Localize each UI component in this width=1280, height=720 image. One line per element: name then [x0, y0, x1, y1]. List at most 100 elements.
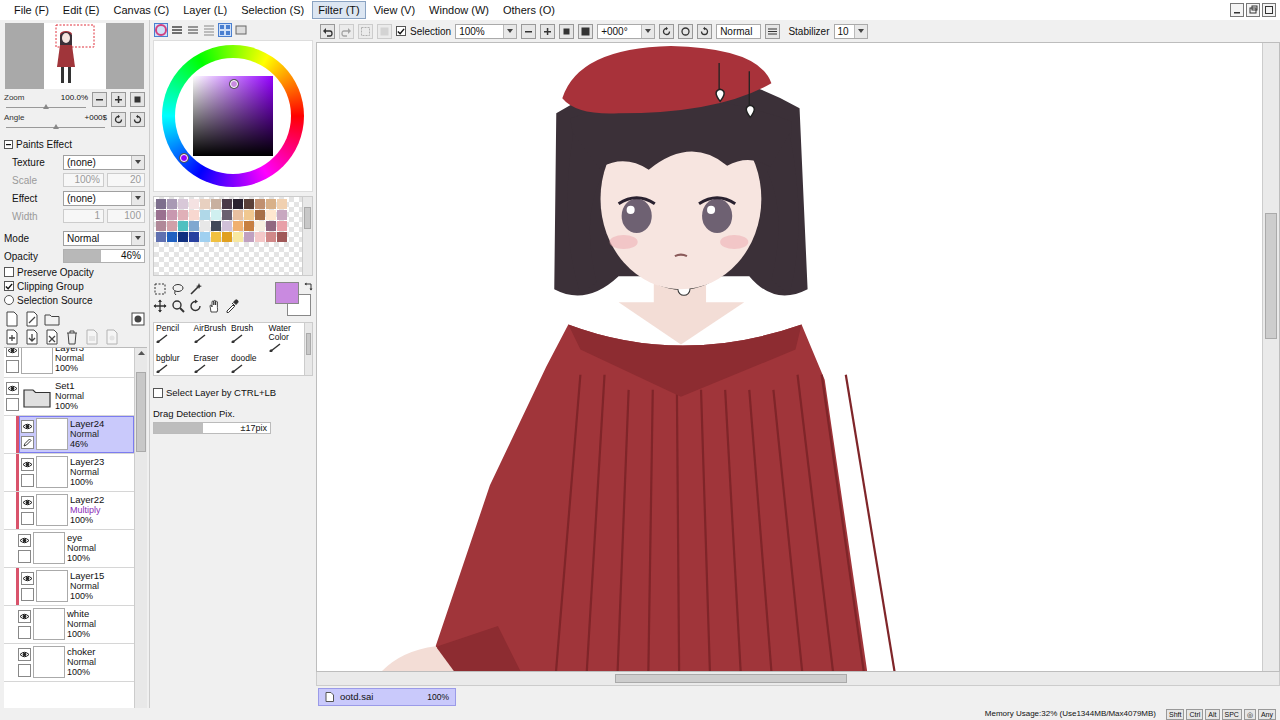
edit-target-toggle[interactable] [6, 360, 19, 373]
layer-body[interactable]: whiteNormal100% [16, 606, 134, 643]
edit-target-toggle[interactable] [21, 588, 34, 601]
selection-toggle[interactable]: Selection [396, 24, 451, 39]
color-swatch[interactable] [156, 210, 166, 220]
checkbox[interactable] [396, 26, 406, 36]
layer-scroll-thumb[interactable] [136, 372, 146, 452]
color-swatch[interactable] [233, 210, 243, 220]
color-marker[interactable] [230, 80, 238, 88]
layer-item[interactable]: Layer15Normal100% [4, 568, 134, 606]
color-swatch[interactable] [211, 199, 221, 209]
color-swatch[interactable] [189, 199, 199, 209]
selection-label[interactable]: Selection [410, 24, 451, 39]
layer-folder[interactable]: Set1Normal100% [4, 378, 134, 416]
deselect-button[interactable] [358, 24, 373, 39]
color-swatch[interactable] [167, 221, 177, 231]
paints-effect-header[interactable]: Paints Effect [0, 131, 149, 153]
visibility-toggle[interactable] [21, 496, 34, 509]
saturation-value-square[interactable] [193, 76, 273, 156]
color-swatch[interactable] [266, 199, 276, 209]
color-swatch[interactable] [211, 210, 221, 220]
rect-select-icon[interactable] [153, 282, 167, 296]
color-swatch[interactable] [277, 221, 287, 231]
layer-item[interactable]: Layer22Multiply100% [4, 492, 134, 530]
color-swatch[interactable] [222, 232, 232, 242]
layer-item[interactable]: whiteNormal100% [4, 606, 134, 644]
color-swatch[interactable] [211, 232, 221, 242]
swatches-icon[interactable] [219, 24, 231, 36]
layer-body[interactable]: Set1Normal100% [4, 378, 134, 415]
color-swatch[interactable] [156, 221, 166, 231]
visibility-toggle[interactable] [18, 610, 31, 623]
color-swatch[interactable] [178, 221, 188, 231]
layer-item[interactable]: chokerNormal100% [4, 644, 134, 682]
edit-target-toggle[interactable] [21, 436, 34, 449]
visibility-toggle[interactable] [6, 348, 19, 357]
layer-scrollbar[interactable] [134, 348, 147, 708]
rgb-sliders-icon[interactable] [171, 24, 183, 36]
select-layer-label[interactable]: Select Layer by CTRL+LB [166, 386, 276, 400]
zoom-slider-thumb[interactable] [43, 104, 49, 109]
tool-button[interactable]: Pencil [154, 323, 192, 353]
copy-to-layer-icon[interactable] [4, 329, 20, 345]
select-layer-option[interactable]: Select Layer by CTRL+LB [153, 386, 313, 400]
zoom-value[interactable]: 100.0% [61, 92, 88, 104]
color-swatch[interactable] [200, 221, 210, 231]
rotate-reset-button[interactable] [678, 24, 693, 39]
menu-item[interactable]: Edit (E) [57, 1, 106, 19]
color-swatch[interactable] [277, 199, 287, 209]
swap-colors-icon[interactable] [304, 282, 313, 291]
edit-target-toggle[interactable] [21, 512, 34, 525]
collapse-icon[interactable] [4, 140, 13, 149]
horizontal-scroll-thumb[interactable] [615, 674, 847, 683]
tool-button[interactable]: doodle [229, 353, 267, 375]
color-wheel-icon[interactable] [155, 24, 167, 36]
color-swatch[interactable] [277, 232, 287, 242]
zoom-select[interactable]: 100% [455, 24, 517, 39]
horizontal-scrollbar[interactable] [316, 672, 1280, 686]
layer-item[interactable]: eyeNormal100% [4, 530, 134, 568]
flip-view-button[interactable] [765, 24, 780, 39]
color-swatch[interactable] [277, 210, 287, 220]
opacity-slider[interactable]: 46% [63, 249, 145, 263]
delete-layer-icon[interactable] [64, 329, 80, 345]
option-row[interactable]: Clipping Group [0, 279, 149, 293]
menu-item[interactable]: File (F) [8, 1, 55, 19]
color-swatch[interactable] [178, 232, 188, 242]
menu-item[interactable]: Window (W) [423, 1, 495, 19]
layer-body[interactable]: Layer22Multiply100% [19, 492, 134, 529]
visibility-toggle[interactable] [21, 458, 34, 471]
scroll-up-icon[interactable] [135, 348, 147, 358]
fit-window-button[interactable] [578, 24, 593, 39]
color-swatch[interactable] [255, 199, 265, 209]
menu-item[interactable]: Layer (L) [177, 1, 233, 19]
menu-item[interactable]: Canvas (C) [108, 1, 176, 19]
zoom-slider[interactable] [6, 104, 86, 108]
rotate-left-button[interactable] [659, 24, 674, 39]
visibility-toggle[interactable] [6, 382, 19, 395]
stabilizer-select[interactable]: 10 [834, 24, 868, 39]
color-swatch[interactable] [189, 221, 199, 231]
layer-body[interactable]: Layer24Normal46% [19, 416, 134, 453]
tool-button[interactable]: Eraser [192, 353, 230, 375]
drag-detection-slider[interactable]: ±17pix [153, 422, 271, 434]
edit-target-toggle[interactable] [18, 664, 31, 677]
layer-item[interactable]: Layer24Normal46% [4, 416, 134, 454]
zoom-button[interactable] [130, 92, 145, 107]
new-layer-icon[interactable] [4, 311, 20, 327]
navigator-preview[interactable] [5, 23, 144, 89]
magic-wand-icon[interactable] [189, 282, 203, 296]
color-swatch[interactable] [244, 199, 254, 209]
menu-item[interactable]: Selection (S) [235, 1, 310, 19]
color-swatch[interactable] [244, 232, 254, 242]
color-swatch[interactable] [156, 232, 166, 242]
color-swatch[interactable] [167, 232, 177, 242]
edit-target-toggle[interactable] [6, 398, 19, 411]
color-swatch[interactable] [266, 232, 276, 242]
option-row[interactable]: Preserve Opacity [0, 265, 149, 279]
zoom-in-button[interactable] [540, 24, 555, 39]
tool-button[interactable]: Brush [229, 323, 267, 353]
new-linework-layer-icon[interactable] [24, 311, 40, 327]
angle-select[interactable]: +000° [597, 24, 655, 39]
zoom-out-button[interactable] [521, 24, 536, 39]
swatch-scroll-thumb[interactable] [304, 207, 311, 229]
